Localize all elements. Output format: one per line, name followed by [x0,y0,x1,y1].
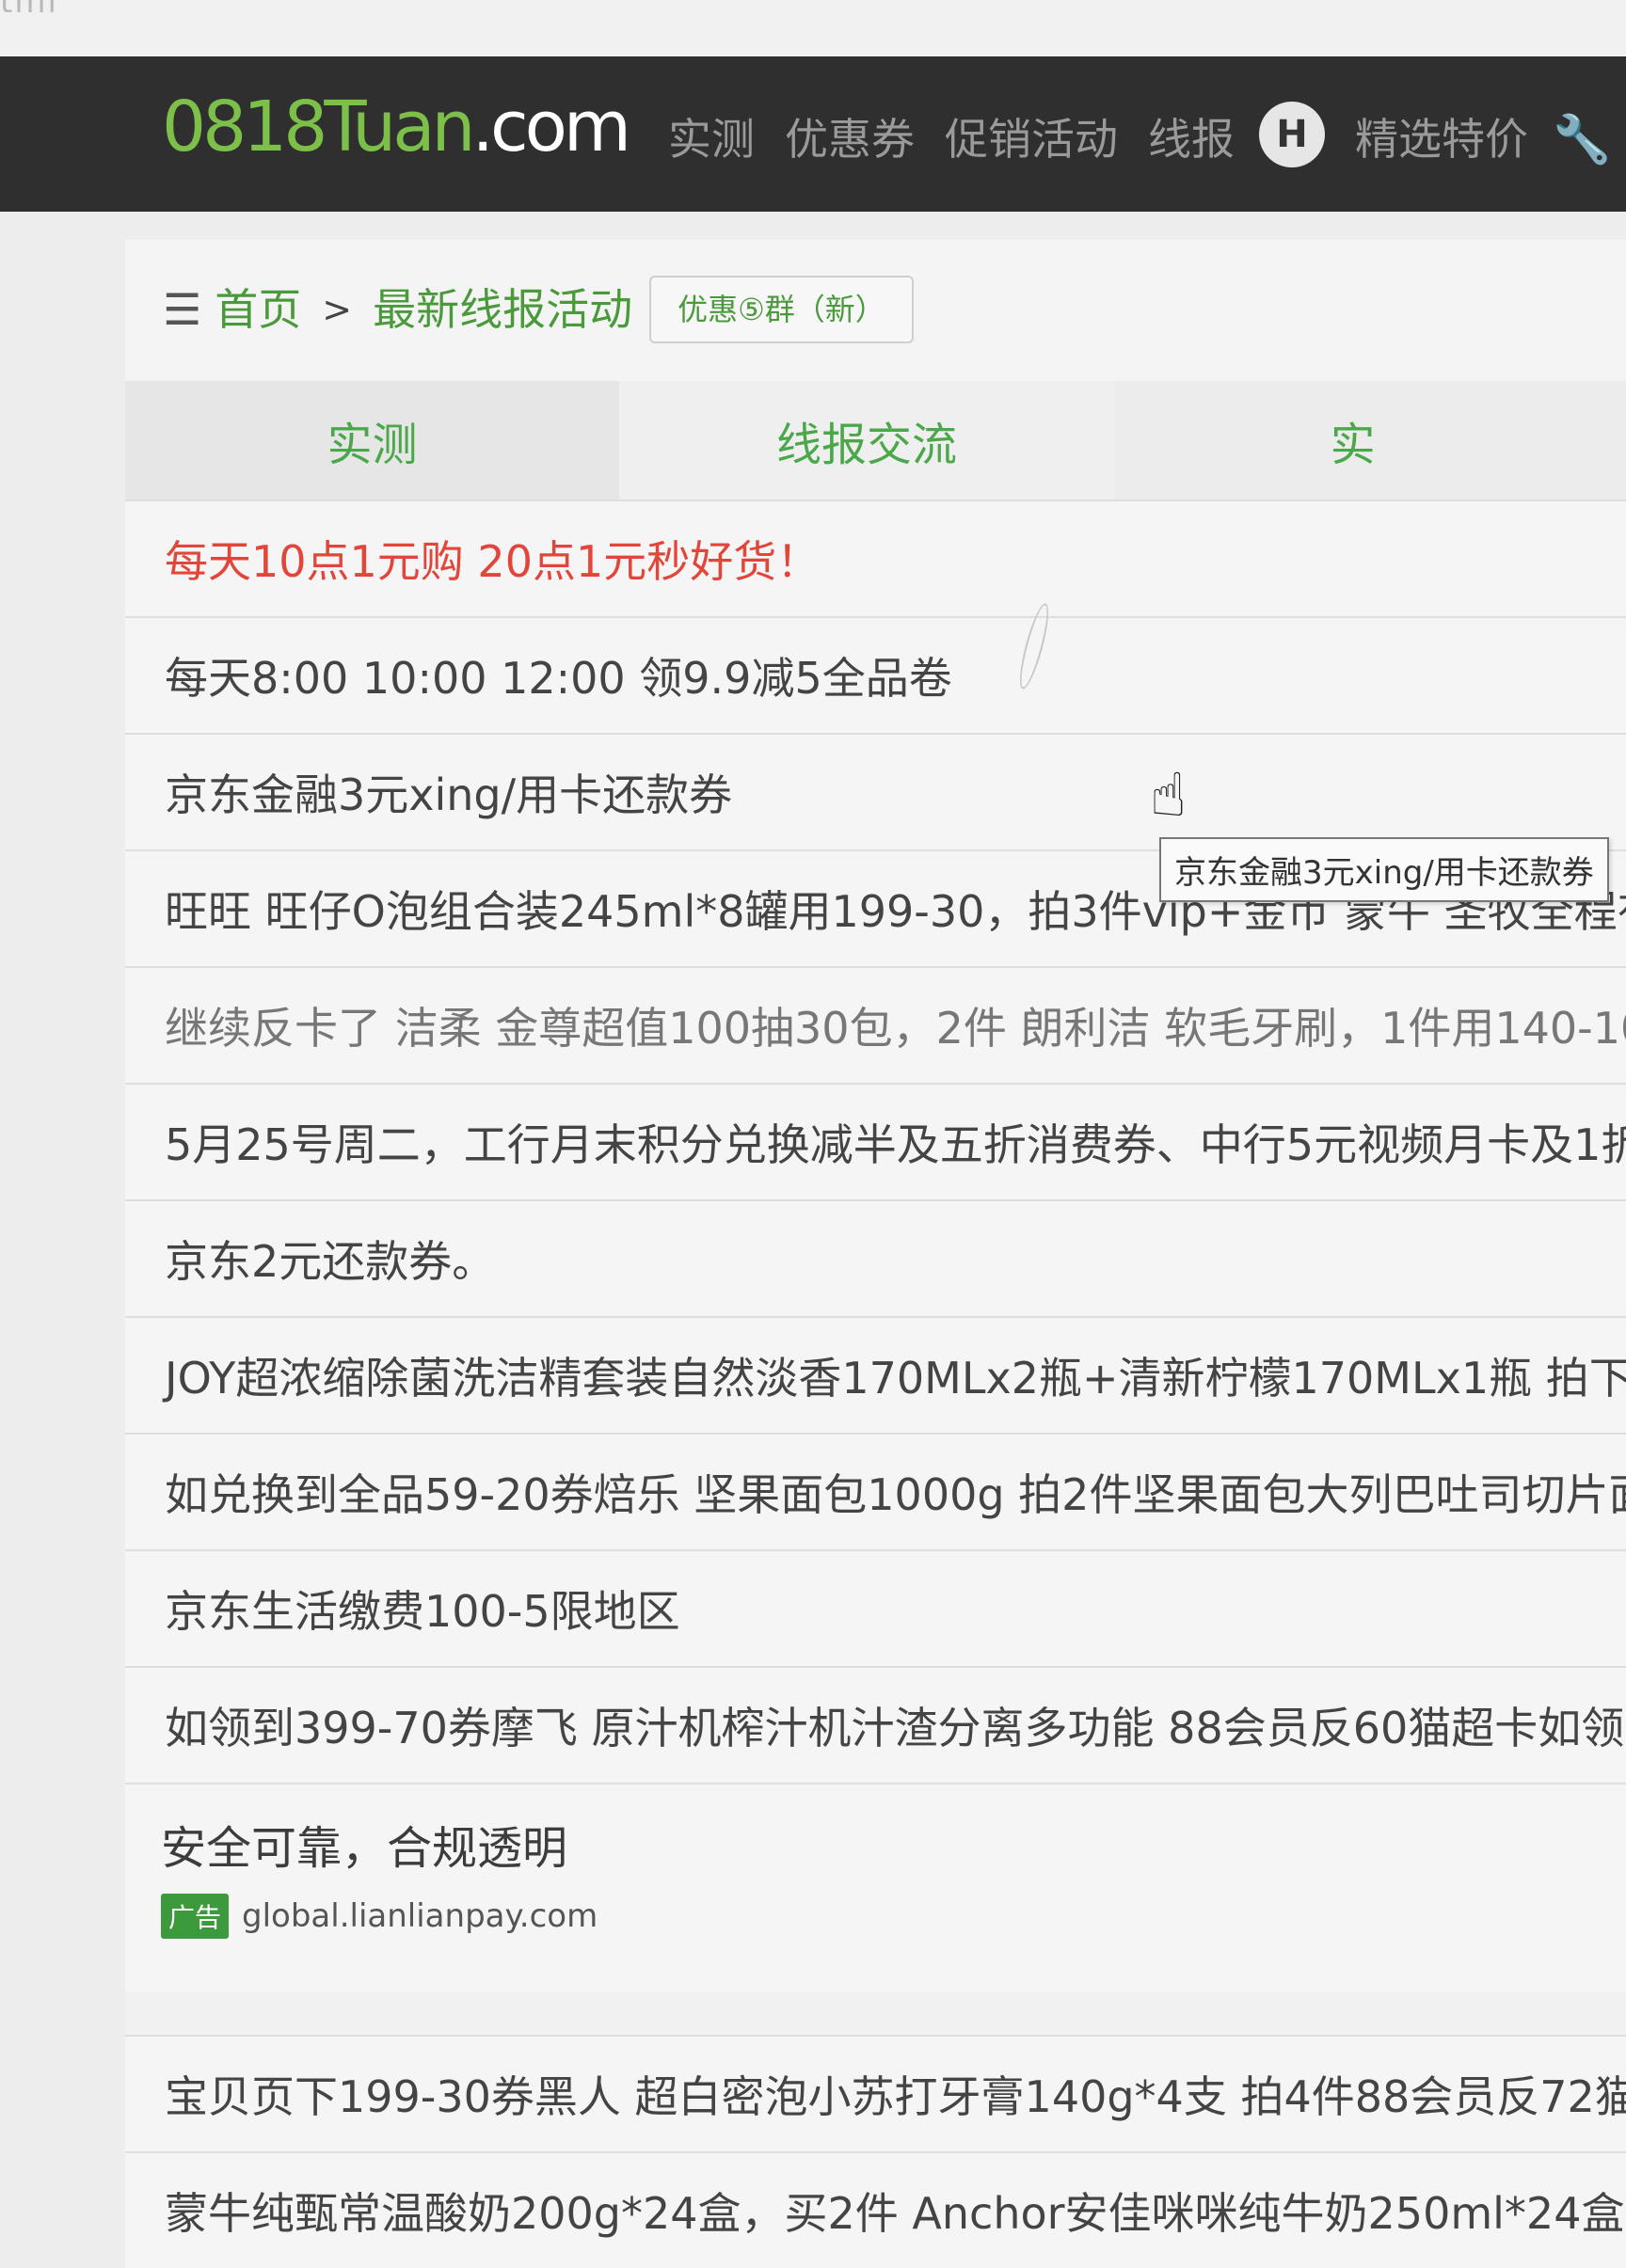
list-item[interactable]: 如兑换到全品59-20券焙乐 坚果面包1000g 拍2件坚果面包大列巴吐司切片面 [125,1433,1626,1549]
ad-title[interactable]: 安全可靠，合规透明 [161,1811,567,1877]
ad-source-line: 广告 global.lianlianpay.com [161,1894,598,1939]
list-item[interactable]: 每天10点1元购 20点1元秒好货！ [125,500,1626,616]
nav-item-featured[interactable]: 精选特价 [1355,118,1528,161]
browser-top-strip: tml [0,0,1626,56]
breadcrumb-current[interactable]: 最新线报活动 [373,288,632,331]
list-item[interactable]: 继续反卡了 洁柔 金尊超值100抽30包，2件 朗利洁 软毛牙刷，1件用140-… [125,966,1626,1083]
site-logo[interactable]: 0818Tuan.com [162,92,631,162]
ad-domain[interactable]: global.lianlianpay.com [242,1897,598,1935]
list-item[interactable]: 京东生活缴费100-5限地区 [125,1549,1626,1666]
list-item[interactable]: 每天8:00 10:00 12:00 领9.9减5全品卷 [125,616,1626,733]
url-fragment: tml [0,0,58,21]
hand-pointer-icon: ☝ [1150,761,1187,831]
hot-badge: H [1259,102,1325,167]
tab-third[interactable]: 实 [1114,381,1626,500]
list-item[interactable]: 5月25号周二，工行月末积分兑换减半及五折消费券、中行5元视频月卡及1折 [125,1083,1626,1199]
deal-list: 每天10点1元购 20点1元秒好货！ 每天8:00 10:00 12:00 领9… [125,500,1626,2268]
logo-text-white: .com [471,87,631,167]
tab-bar: 实测 线报交流 实 [125,381,1626,500]
list-item[interactable]: 如领到399-70券摩飞 原汁机榨汁机汁渣分离多功能 88会员反60猫超卡如领到 [125,1666,1626,1783]
tooltip: 京东金融3元xing/用卡还款券 [1159,837,1609,902]
breadcrumb-home[interactable]: 首页 [215,288,301,331]
menu-icon[interactable]: ☰ [163,288,201,331]
list-item[interactable]: 京东2元还款券。 [125,1199,1626,1316]
main-panel: ☰ 首页 > 最新线报活动 优惠⑤群（新） 实测 线报交流 实 每天10点1元购… [125,240,1626,2268]
main-nav: 实测 优惠券 促销活动 线报 H 精选特价 🔧 [668,102,1611,167]
logo-text-green: 0818Tuan [162,87,475,167]
list-item[interactable]: 蒙牛纯甄常温酸奶200g*24盒，买2件 Anchor安佳咪咪纯牛奶250ml*… [125,2151,1626,2268]
group-button[interactable]: 优惠⑤群（新） [649,276,914,343]
nav-item-xianbao[interactable]: 线报 [1148,118,1235,161]
list-item[interactable]: JOY超浓缩除菌洗洁精套装自然淡香170MLx2瓶+清新柠檬170MLx1瓶 拍… [125,1316,1626,1433]
tab-xianbao-exchange[interactable]: 线报交流 [619,381,1114,500]
list-item[interactable]: 京东金融3元xing/用卡还款券 [125,733,1626,849]
tab-shice[interactable]: 实测 [125,381,620,500]
ad-spacer [125,1991,1626,2035]
wrench-icon[interactable]: 🔧 [1553,112,1611,167]
nav-item-coupons[interactable]: 优惠券 [785,118,915,161]
breadcrumb: ☰ 首页 > 最新线报活动 优惠⑤群（新） [163,276,914,343]
list-item[interactable]: 宝贝页下199-30券黑人 超白密泡小苏打牙膏140g*4支 拍4件88会员反7… [125,2035,1626,2151]
ad-block[interactable]: 安全可靠，合规透明 广告 global.lianlianpay.com [125,1783,1626,1991]
ad-badge: 广告 [161,1894,230,1939]
breadcrumb-separator: > [322,289,353,330]
nav-item-shice[interactable]: 实测 [668,118,755,161]
site-navbar: 0818Tuan.com 实测 优惠券 促销活动 线报 H 精选特价 🔧 [0,56,1626,212]
nav-item-promotions[interactable]: 促销活动 [945,118,1118,161]
